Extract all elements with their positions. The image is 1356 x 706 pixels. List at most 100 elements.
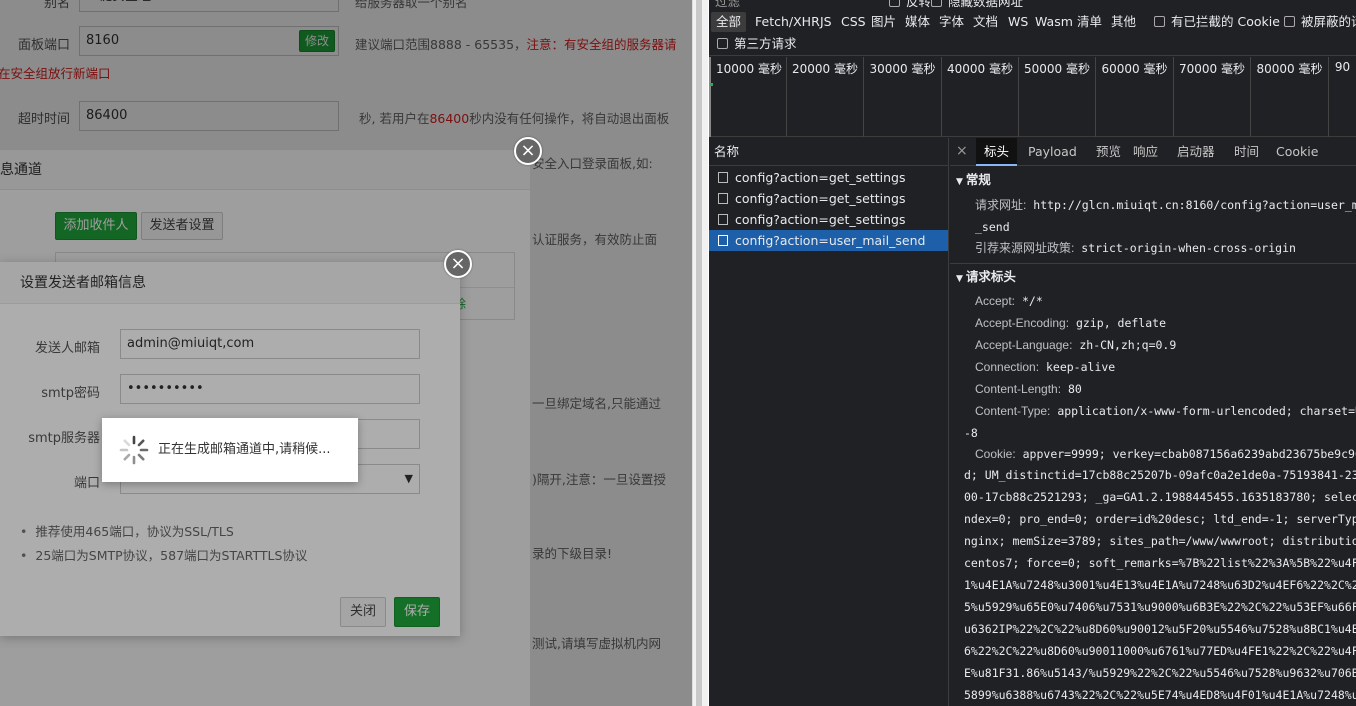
close-channel-dialog-icon[interactable]: × [514, 137, 542, 165]
cookie-value: appver=9999; verkey=cbab087156a6239abd23… [1022, 447, 1356, 461]
devtools-network-panel: 过滤 反转 隐藏数据网址 全部 Fetch/XHR JS CSS 图片 媒体 字… [709, 0, 1356, 706]
request-row[interactable]: config?action=get_settings [709, 209, 948, 230]
tab-preview[interactable]: 预览 [1088, 138, 1129, 166]
third-party-checkbox[interactable]: 第三方请求 [712, 34, 802, 54]
collapse-triangle-icon: ▼ [956, 177, 963, 187]
close-detail-icon[interactable]: × [956, 138, 968, 164]
tab-headers[interactable]: 标头 [976, 138, 1018, 166]
blocked-cookies-checkbox[interactable]: 有已拦截的 Cookie [1149, 12, 1285, 32]
request-url-row: 请求网址: http://glcn.miuiqt.cn:8160/config?… [975, 194, 1356, 216]
filter-type-all[interactable]: 全部 [711, 12, 747, 32]
request-list: 名称 config?action=get_settings config?act… [709, 138, 949, 706]
header-row: Accept-Encoding: gzip, deflate [975, 312, 1166, 334]
invert-checkbox[interactable]: 反转 [889, 0, 931, 10]
general-section-title: 常规 [965, 172, 991, 187]
tick-label: 10000 毫秒 [716, 62, 782, 76]
tick-label: 80000 毫秒 [1256, 62, 1323, 76]
cookie-line: centos7; force=0; soft_remarks=%7B%22lis… [964, 556, 1356, 570]
scrollbar-thumb[interactable] [696, 0, 702, 706]
header-value: 80 [1068, 382, 1082, 396]
header-key: Accept-Language: [975, 338, 1073, 352]
tick-label: 30000 毫秒 [869, 62, 936, 76]
request-url-cont: _send [975, 220, 1010, 234]
request-row-selected[interactable]: config?action=user_mail_send [709, 230, 948, 251]
tick-label: 60000 毫秒 [1101, 62, 1168, 76]
filter-input[interactable]: 过滤 [715, 0, 740, 10]
header-row: Content-Length: 80 [975, 378, 1082, 400]
cookie-row: Cookie: appver=9999; verkey=cbab087156a6… [975, 443, 1356, 465]
filter-type-ws[interactable]: WS [1003, 12, 1033, 32]
panel-page: 别名 一键安全组 给服务器取一个别名 面板端口 8160 修改 建议端口范围88… [0, 0, 692, 706]
cookie-key: Cookie: [975, 447, 1016, 461]
loading-spinner-icon [119, 435, 149, 465]
tab-payload[interactable]: Payload [1020, 138, 1085, 166]
network-timeline[interactable]: 10000 毫秒 20000 毫秒 30000 毫秒 40000 毫秒 5000… [709, 57, 1356, 137]
header-key: Content-Type: [975, 404, 1051, 418]
tab-cookies[interactable]: Cookie [1268, 138, 1326, 166]
content-type-cont: -8 [964, 426, 978, 440]
filter-type-fetch-xhr[interactable]: Fetch/XHR [750, 12, 825, 32]
tab-timing[interactable]: 时间 [1226, 138, 1267, 166]
header-key: Accept: [975, 294, 1016, 308]
blocked-requests-checkbox[interactable]: 被屏蔽的请求 [1279, 12, 1356, 32]
header-row: Accept: */* [975, 290, 1043, 312]
header-value: application/x-www-form-urlencoded; chars… [1057, 404, 1356, 418]
timeline-tick: 30000 毫秒 [863, 57, 941, 137]
invert-label: 反转 [906, 0, 932, 9]
cookie-line: 5899%u6388%u6743%22%2C%22%u5E74%u4ED8%u4… [964, 688, 1356, 702]
collapse-triangle-icon: ▼ [956, 274, 963, 284]
filter-type-doc[interactable]: 文档 [968, 12, 1003, 32]
tick-label: 40000 毫秒 [947, 62, 1013, 76]
timeline-tick: 60000 毫秒 [1095, 57, 1173, 137]
timeline-tick: 50000 毫秒 [1018, 57, 1095, 137]
timeline-tick: 80000 毫秒 [1250, 57, 1328, 137]
header-key: Accept-Encoding: [975, 316, 1070, 330]
referrer-value: strict-origin-when-cross-origin [1081, 241, 1296, 255]
filter-type-js[interactable]: JS [815, 12, 837, 32]
general-section-header[interactable]: ▼ 常规 [950, 168, 1356, 192]
request-headers-title: 请求标头 [965, 269, 1016, 284]
cookie-line: 00-17cb88c2521293; _ga=GA1.2.1988445455.… [964, 490, 1356, 504]
timeline-tick: 90 [1328, 57, 1356, 137]
blocked-requests-label: 被屏蔽的请求 [1301, 14, 1356, 29]
cookie-line: ndex=0; pro_end=0; order=id%20desc; ltd_… [964, 512, 1356, 526]
header-key: Connection: [975, 360, 1040, 374]
filter-type-font[interactable]: 字体 [934, 12, 969, 32]
request-name: config?action=get_settings [735, 170, 906, 185]
tab-initiator[interactable]: 启动器 [1169, 138, 1223, 166]
tick-label: 20000 毫秒 [792, 62, 858, 76]
third-party-label: 第三方请求 [734, 36, 797, 51]
header-key: Content-Length: [975, 382, 1062, 396]
request-row[interactable]: config?action=get_settings [709, 188, 948, 209]
name-column-header[interactable]: 名称 [709, 138, 948, 166]
loading-message: 正在生成邮箱通道中,请稍候... [158, 442, 331, 457]
detail-tabs: × 标头 Payload 预览 响应 启动器 时间 Cookie [950, 138, 1356, 166]
request-headers-section-header[interactable]: ▼ 请求标头 [950, 265, 1356, 289]
cookie-line: E%u81F31.86%u5143/%u5929%22%2C%22%u5546%… [964, 666, 1356, 680]
page-scrollbar[interactable] [692, 0, 708, 706]
request-detail-pane: × 标头 Payload 预览 响应 启动器 时间 Cookie ▼ 常规 请求网… [950, 138, 1356, 706]
filter-type-media[interactable]: 媒体 [900, 12, 935, 32]
cookie-line: u6362IP%22%2C%22%u8D60%u90012%u5F20%u554… [964, 622, 1356, 636]
request-name: config?action=get_settings [735, 212, 906, 227]
timeline-tick: 20000 毫秒 [786, 57, 863, 137]
tab-response[interactable]: 响应 [1125, 138, 1166, 166]
request-name: config?action=get_settings [735, 191, 906, 206]
request-url-key: 请求网址: [975, 198, 1027, 212]
referrer-key: 引荐来源网址政策: [975, 241, 1075, 255]
filter-type-wasm[interactable]: Wasm [1030, 12, 1078, 32]
request-row[interactable]: config?action=get_settings [709, 167, 948, 188]
divider [950, 263, 1356, 264]
cookie-line: 6%22%2C%22%u8D60%u90011000%u6761%u77ED%u… [964, 644, 1356, 658]
hide-data-urls-checkbox[interactable]: 隐藏数据网址 [931, 0, 1023, 10]
header-value: zh-CN,zh;q=0.9 [1079, 338, 1177, 352]
filter-type-manifest[interactable]: 清单 [1072, 12, 1107, 32]
close-sender-dialog-icon[interactable]: × [444, 250, 472, 278]
filter-type-img[interactable]: 图片 [866, 12, 901, 32]
tick-label: 90 [1334, 60, 1351, 74]
header-row: Content-Type: application/x-www-form-url… [975, 400, 1356, 422]
tick-label: 50000 毫秒 [1024, 62, 1090, 76]
filter-type-other[interactable]: 其他 [1106, 12, 1141, 32]
request-url-value: http://glcn.miuiqt.cn:8160/config?action… [1033, 198, 1356, 212]
header-value: gzip, deflate [1076, 316, 1167, 330]
